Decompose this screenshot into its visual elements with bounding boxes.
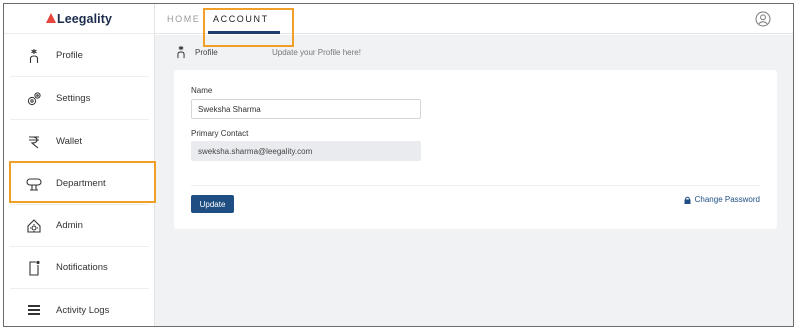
sidebar-item-label: Department bbox=[56, 178, 106, 189]
sidebar-item-settings[interactable]: Settings bbox=[10, 78, 149, 120]
main-content: Profile Update your Profile here! Name P… bbox=[155, 35, 793, 326]
sidebar-item-profile[interactable]: Profile bbox=[10, 35, 149, 77]
tab-account[interactable]: ACCOUNT bbox=[213, 4, 269, 34]
gears-icon bbox=[26, 91, 42, 107]
name-field[interactable] bbox=[191, 99, 421, 119]
sidebar-item-label: Notifications bbox=[56, 262, 108, 273]
section-hint: Update your Profile here! bbox=[272, 48, 361, 57]
sidebar-item-label: Wallet bbox=[56, 136, 83, 147]
leegality-logo-icon bbox=[45, 12, 56, 23]
active-tab-indicator bbox=[208, 31, 280, 34]
person-icon bbox=[175, 45, 187, 59]
sidebar-item-department[interactable]: Department bbox=[10, 163, 149, 205]
sidebar-item-notifications[interactable]: Notifications bbox=[10, 247, 149, 289]
tab-home[interactable]: HOME bbox=[167, 4, 200, 34]
sidebar-item-activity-logs[interactable]: Activity Logs bbox=[10, 289, 149, 326]
sidebar: Leegality Profile Settings Wallet Depart bbox=[4, 4, 155, 326]
app-window: Leegality Profile Settings Wallet Depart bbox=[3, 3, 794, 327]
brand-name: Leegality bbox=[56, 11, 113, 26]
person-icon bbox=[26, 48, 42, 64]
sidebar-item-admin[interactable]: Admin bbox=[10, 205, 149, 247]
sidebar-item-label: Settings bbox=[56, 93, 91, 104]
department-icon bbox=[26, 176, 42, 192]
divider bbox=[191, 185, 760, 186]
sidebar-item-label: Admin bbox=[56, 220, 83, 231]
primary-contact-label: Primary Contact bbox=[191, 129, 249, 138]
brand-logo[interactable]: Leegality bbox=[4, 4, 154, 34]
notification-bell-icon bbox=[26, 260, 42, 276]
profile-card: Name Primary Contact Update Change Passw… bbox=[174, 70, 777, 229]
sidebar-item-label: Profile bbox=[56, 50, 83, 61]
sidebar-item-wallet[interactable]: Wallet bbox=[10, 121, 149, 163]
section-header: Profile bbox=[175, 45, 218, 59]
sidebar-item-label: Activity Logs bbox=[56, 304, 110, 316]
name-label: Name bbox=[191, 86, 213, 95]
activity-logs-icon bbox=[26, 302, 42, 318]
section-title: Profile bbox=[195, 47, 218, 57]
update-button[interactable]: Update bbox=[191, 195, 234, 213]
change-password-link[interactable]: Change Password bbox=[684, 195, 760, 204]
primary-contact-field bbox=[191, 141, 421, 161]
admin-house-icon bbox=[26, 218, 42, 234]
lock-icon bbox=[684, 196, 691, 204]
rupee-icon bbox=[26, 134, 42, 150]
change-password-label: Change Password bbox=[694, 195, 760, 204]
user-circle-icon[interactable] bbox=[755, 11, 771, 27]
top-bar: HOME ACCOUNT bbox=[155, 4, 793, 34]
